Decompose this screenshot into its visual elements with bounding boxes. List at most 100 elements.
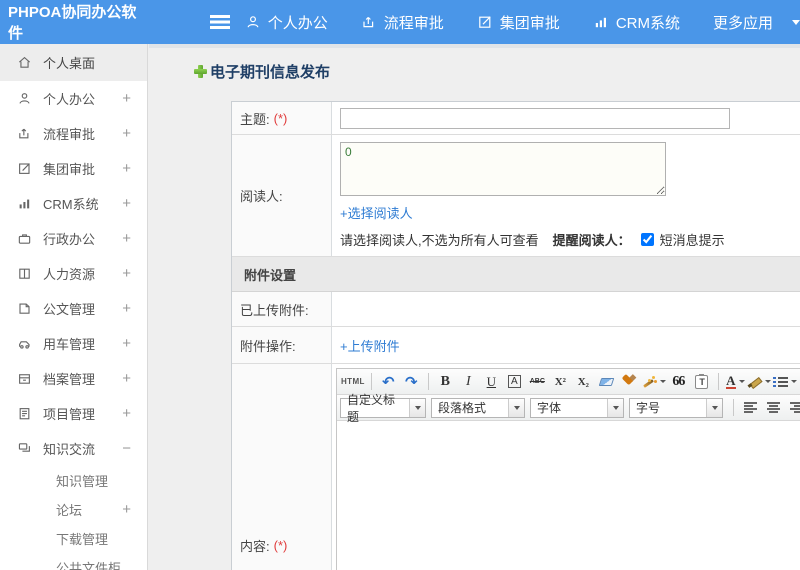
autotypeset-button[interactable] bbox=[642, 371, 666, 393]
sidebar-item-5[interactable]: CRM系统 + bbox=[0, 186, 147, 221]
readers-row: 阅读人: 0 +选择阅读人 请选择阅读人,不选为所有人可查看 提醒阅读人： 短消… bbox=[232, 135, 800, 257]
nav-item-1[interactable]: 个人办公 bbox=[245, 12, 328, 33]
brush-icon bbox=[622, 374, 637, 389]
expand-plus-icon[interactable]: + bbox=[122, 335, 131, 352]
chat-icon bbox=[17, 441, 33, 457]
html-source-button[interactable]: HTML bbox=[341, 371, 365, 393]
uploaded-attachments-value bbox=[332, 292, 800, 326]
subject-input[interactable] bbox=[340, 107, 730, 129]
select-caret-icon bbox=[706, 398, 722, 417]
nav-item-5[interactable]: 更多应用 bbox=[713, 12, 773, 33]
align-right-icon bbox=[790, 402, 800, 413]
paste-plain-button[interactable] bbox=[691, 371, 712, 393]
editor-content-area[interactable] bbox=[337, 421, 800, 570]
briefcase-icon bbox=[17, 231, 33, 247]
nav-item-4[interactable]: CRM系统 bbox=[593, 12, 680, 33]
more-apps-caret-icon[interactable] bbox=[792, 19, 800, 25]
italic-button[interactable]: I bbox=[458, 371, 479, 393]
sidebar-item-9[interactable]: 用车管理 + bbox=[0, 326, 147, 361]
rich-text-editor: HTML↶↷BIUAABCX²X₂66A 自定义标题段落格式字体字号∞∞ bbox=[336, 368, 800, 570]
toolbar-separator bbox=[427, 373, 429, 390]
superscript-button[interactable]: X² bbox=[550, 371, 571, 393]
expand-plus-icon[interactable]: + bbox=[122, 195, 131, 212]
align-left-button[interactable] bbox=[740, 397, 761, 419]
sidebar-item-1[interactable]: 个人桌面 bbox=[0, 44, 147, 81]
uploaded-attachments-row: 已上传附件: bbox=[232, 292, 800, 327]
sidebar-item-10[interactable]: 档案管理 + bbox=[0, 361, 147, 396]
wand-icon bbox=[642, 375, 657, 389]
sidebar-item-14[interactable]: 论坛 + bbox=[0, 495, 147, 524]
highlight-color-button[interactable] bbox=[748, 371, 771, 393]
page-title-text: 电子期刊信息发布 bbox=[210, 64, 331, 81]
blockquote-button[interactable]: 66 bbox=[668, 371, 689, 393]
ordered-list-button[interactable] bbox=[772, 371, 797, 393]
expand-plus-icon[interactable]: + bbox=[122, 90, 131, 107]
undo-button[interactable]: ↶ bbox=[378, 371, 399, 393]
align-right-button[interactable] bbox=[786, 397, 800, 419]
main-content: 电子期刊信息发布 主题: (*) 阅读人: 0 +选择阅读人 请选择阅读人,不选… bbox=[149, 44, 800, 570]
sidebar-item-4[interactable]: 集团审批 + bbox=[0, 151, 147, 186]
content-label: 内容: (*) bbox=[232, 364, 332, 570]
font-color-button[interactable]: A bbox=[725, 371, 746, 393]
nav-item-3[interactable]: 集团审批 bbox=[477, 12, 560, 33]
format-painter-button[interactable] bbox=[619, 371, 640, 393]
menu-toggle-button[interactable] bbox=[210, 15, 230, 29]
remind-readers-label: 提醒阅读人： bbox=[552, 233, 631, 248]
paragraph-select[interactable]: 段落格式 bbox=[431, 397, 525, 418]
user-icon bbox=[245, 14, 261, 30]
expand-plus-icon[interactable]: + bbox=[122, 125, 131, 142]
toolbar-separator bbox=[733, 399, 734, 416]
chart-icon bbox=[593, 14, 609, 30]
paste-icon bbox=[694, 373, 708, 389]
home-icon bbox=[17, 55, 33, 71]
dropdown-caret-icon bbox=[790, 380, 797, 383]
select-caret-icon bbox=[607, 398, 623, 417]
readers-textarea[interactable]: 0 bbox=[340, 142, 666, 196]
redo-button[interactable]: ↷ bbox=[401, 371, 422, 393]
sidebar-item-2[interactable]: 个人办公 + bbox=[0, 81, 147, 116]
bold-button[interactable]: B bbox=[435, 371, 456, 393]
strikethrough-button[interactable]: ABC bbox=[527, 371, 548, 393]
upload-attachment-link[interactable]: +上传附件 bbox=[340, 336, 400, 355]
app-brand: PHPOA协同办公软件 bbox=[8, 4, 137, 42]
sidebar-item-3[interactable]: 流程审批 + bbox=[0, 116, 147, 151]
sms-remind-checkbox[interactable] bbox=[640, 233, 654, 246]
custom-title-select[interactable]: 自定义标题 bbox=[340, 393, 426, 424]
underline-button[interactable]: U bbox=[481, 371, 502, 393]
expand-plus-icon[interactable]: + bbox=[122, 160, 131, 177]
book-icon bbox=[17, 266, 33, 282]
editor-toolbar-row1: HTML↶↷BIUAABCX²X₂66A bbox=[337, 369, 800, 395]
sidebar-item-11[interactable]: 项目管理 + bbox=[0, 396, 147, 431]
font-family-select[interactable]: 字体 bbox=[530, 397, 624, 418]
align-left-icon bbox=[744, 402, 757, 413]
sidebar-item-13[interactable]: 知识管理 bbox=[0, 466, 147, 495]
expand-plus-icon[interactable]: + bbox=[122, 300, 131, 317]
expand-plus-icon[interactable]: + bbox=[122, 405, 131, 422]
collapse-minus-icon[interactable]: − bbox=[122, 440, 131, 457]
dropdown-caret-icon bbox=[659, 380, 666, 383]
top-navigation: 个人办公 流程审批 集团审批 CRM系统 更多应用 bbox=[245, 12, 800, 33]
font-size-select[interactable]: 字号 bbox=[629, 397, 723, 418]
sidebar-item-16[interactable]: 公共文件柜 bbox=[0, 553, 147, 570]
eraser-button[interactable] bbox=[596, 371, 617, 393]
sidebar-item-12[interactable]: 知识交流 − bbox=[0, 431, 147, 466]
highlight-icon bbox=[748, 375, 762, 388]
select-readers-link[interactable]: +选择阅读人 bbox=[340, 203, 413, 222]
font-style-button[interactable]: A bbox=[504, 371, 525, 393]
edit-icon bbox=[17, 161, 33, 177]
expand-plus-icon[interactable]: + bbox=[122, 230, 131, 247]
expand-plus-icon[interactable]: + bbox=[122, 501, 131, 518]
sidebar-item-6[interactable]: 行政办公 + bbox=[0, 221, 147, 256]
sidebar-item-7[interactable]: 人力资源 + bbox=[0, 256, 147, 291]
sidebar-item-8[interactable]: 公文管理 + bbox=[0, 291, 147, 326]
expand-plus-icon[interactable]: + bbox=[122, 265, 131, 282]
required-mark: (*) bbox=[273, 537, 288, 553]
expand-plus-icon[interactable]: + bbox=[122, 370, 131, 387]
align-center-button[interactable] bbox=[763, 397, 784, 419]
dropdown-caret-icon bbox=[764, 380, 771, 383]
sidebar-menu: 个人桌面 个人办公 + 流程审批 + 集团审批 + CRM系统 + 行政办公 + 人力资源 + 公文管理 +… bbox=[0, 44, 148, 570]
sidebar-item-15[interactable]: 下载管理 bbox=[0, 524, 147, 553]
subscript-button[interactable]: X₂ bbox=[573, 371, 594, 393]
nav-item-2[interactable]: 流程审批 bbox=[361, 12, 444, 33]
subject-row: 主题: (*) bbox=[232, 102, 800, 135]
